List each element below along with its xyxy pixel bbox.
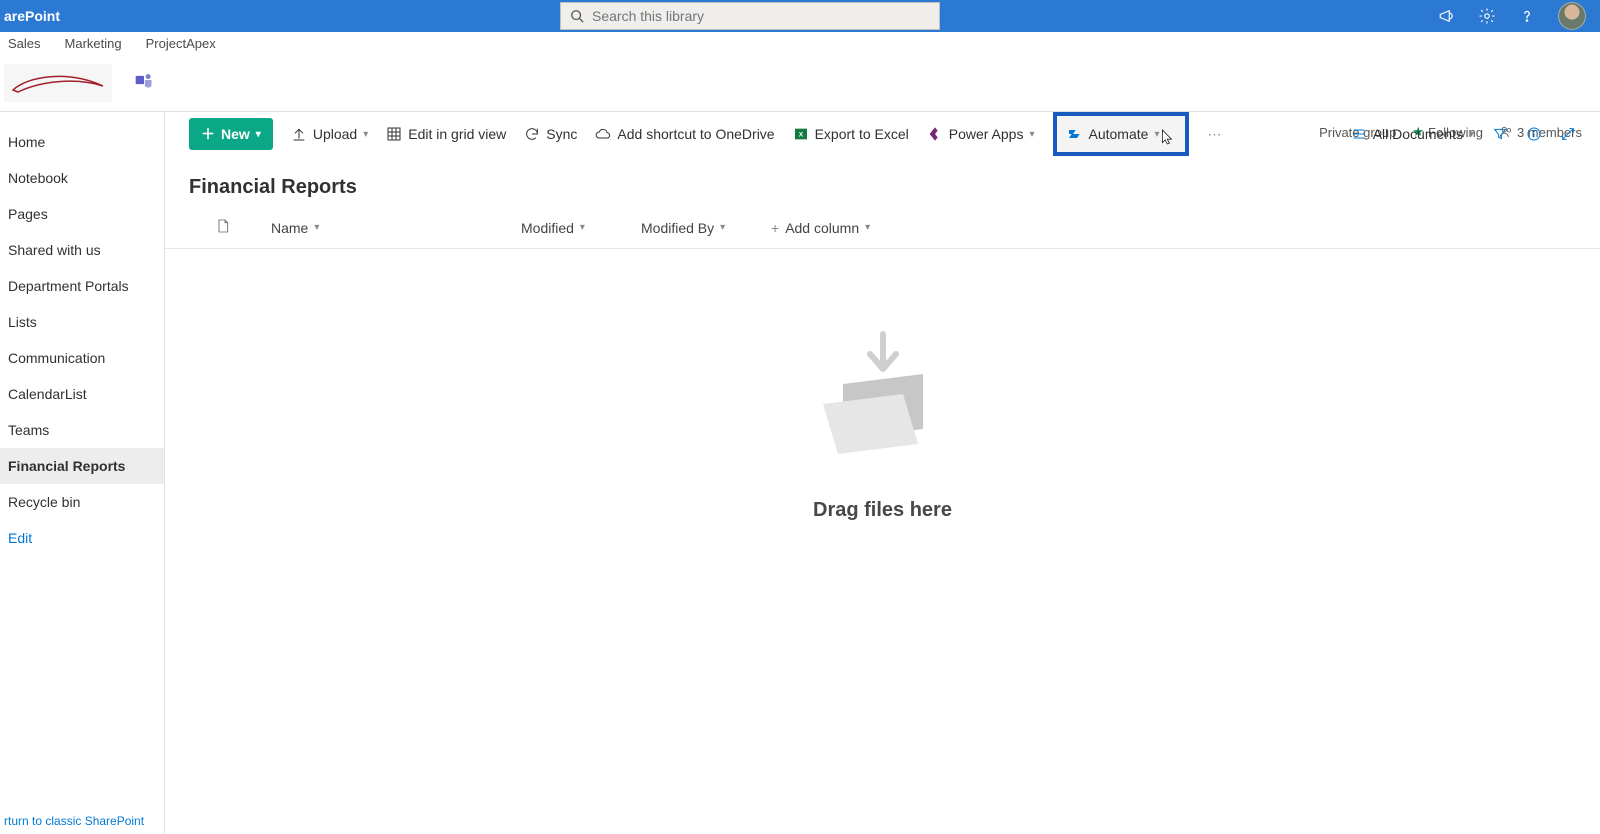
view-selector[interactable]: All Documents ▾ — [1351, 126, 1474, 142]
ellipsis-icon: ⋯ — [1207, 126, 1221, 143]
powerapps-icon — [927, 126, 943, 142]
suite-right — [1438, 2, 1600, 30]
chevron-down-icon: ▾ — [865, 222, 870, 233]
new-button[interactable]: ＋ New ▾ — [189, 118, 273, 150]
gridview-label: Edit in grid view — [408, 126, 506, 142]
col-name-label: Name — [271, 220, 308, 236]
col-modified[interactable]: Modified ▾ — [521, 220, 641, 236]
empty-message: Drag files here — [813, 499, 952, 522]
expand-button[interactable] — [1560, 126, 1576, 142]
col-modified-label: Modified — [521, 220, 574, 236]
user-avatar[interactable] — [1558, 2, 1586, 30]
info-icon — [1526, 126, 1542, 142]
filter-button[interactable] — [1492, 126, 1508, 142]
sync-label: Sync — [546, 126, 577, 142]
more-button[interactable]: ⋯ — [1207, 126, 1221, 143]
automate-button[interactable]: Automate ▾ — [1053, 112, 1190, 156]
sync-icon — [524, 126, 540, 142]
hub-link-marketing[interactable]: Marketing — [65, 36, 122, 54]
shortcut-button[interactable]: Add shortcut to OneDrive — [595, 126, 774, 142]
chevron-down-icon: ▾ — [363, 129, 368, 140]
app-name[interactable]: arePoint — [0, 8, 60, 24]
column-headers: Name ▾ Modified ▾ Modified By ▾ + Add co… — [165, 207, 1600, 249]
automate-icon — [1067, 126, 1083, 142]
alldocs-label: All Documents — [1373, 126, 1463, 142]
list-icon — [1351, 126, 1367, 142]
megaphone-icon[interactable] — [1438, 7, 1456, 25]
classic-link[interactable]: rturn to classic SharePoint — [4, 814, 144, 828]
plus-icon: ＋ — [201, 124, 215, 144]
sync-button[interactable]: Sync — [524, 126, 577, 142]
sidenav-item-teams[interactable]: Teams — [0, 412, 164, 448]
chevron-down-icon: ▾ — [1029, 129, 1034, 140]
automate-label: Automate — [1089, 126, 1149, 142]
search-input[interactable] — [592, 8, 931, 24]
sidenav-item-calendar[interactable]: CalendarList — [0, 376, 164, 412]
sidenav-item-comm[interactable]: Communication — [0, 340, 164, 376]
sidenav-item-pages[interactable]: Pages — [0, 196, 164, 232]
col-modifiedby[interactable]: Modified By ▾ — [641, 220, 771, 236]
upload-icon — [291, 126, 307, 142]
shortcut-label: Add shortcut to OneDrive — [617, 126, 774, 142]
sidenav-item-recycle[interactable]: Recycle bin — [0, 484, 164, 520]
empty-folder-icon — [808, 329, 958, 459]
info-button[interactable] — [1526, 126, 1542, 142]
powerapps-button[interactable]: Power Apps ▾ — [927, 126, 1035, 142]
side-nav: Home Notebook Pages Shared with us Depar… — [0, 112, 165, 834]
main-panel: ＋ New ▾ Upload ▾ Edit in grid view Sync … — [165, 112, 1600, 834]
sidenav-item-financial[interactable]: Financial Reports — [0, 448, 164, 484]
chevron-down-icon: ▾ — [1469, 129, 1474, 140]
export-button[interactable]: X Export to Excel — [793, 126, 909, 142]
hub-link-sales[interactable]: Sales — [8, 36, 41, 54]
help-icon[interactable] — [1518, 7, 1536, 25]
search-icon — [569, 8, 584, 24]
new-label: New — [221, 126, 250, 142]
onedrive-icon — [595, 126, 611, 142]
gear-icon[interactable] — [1478, 7, 1496, 25]
command-bar: ＋ New ▾ Upload ▾ Edit in grid view Sync … — [165, 112, 1600, 156]
grid-icon — [386, 126, 402, 142]
empty-state[interactable]: Drag files here — [165, 329, 1600, 522]
sidenav-item-lists[interactable]: Lists — [0, 304, 164, 340]
chevron-down-icon: ▾ — [1154, 129, 1159, 140]
search-box[interactable] — [560, 2, 940, 30]
chevron-down-icon: ▾ — [580, 222, 585, 233]
col-add-label: Add column — [785, 220, 859, 236]
site-header — [0, 54, 1600, 112]
powerapps-label: Power Apps — [949, 126, 1024, 142]
chevron-down-icon: ▾ — [720, 222, 725, 233]
col-modifiedby-label: Modified By — [641, 220, 714, 236]
sidenav-item-dept[interactable]: Department Portals — [0, 268, 164, 304]
gridview-button[interactable]: Edit in grid view — [386, 126, 506, 142]
export-label: Export to Excel — [815, 126, 909, 142]
chevron-down-icon: ▾ — [314, 222, 319, 233]
filter-icon — [1492, 126, 1508, 142]
library-title: Financial Reports — [165, 156, 1600, 207]
site-logo[interactable] — [4, 64, 112, 102]
col-name[interactable]: Name ▾ — [271, 220, 521, 236]
svg-text:X: X — [798, 132, 803, 139]
cursor-icon — [1161, 128, 1175, 146]
sidenav-item-shared[interactable]: Shared with us — [0, 232, 164, 268]
expand-icon — [1560, 126, 1576, 142]
excel-icon: X — [793, 126, 809, 142]
file-type-icon — [215, 217, 231, 238]
plus-icon: + — [771, 220, 779, 236]
upload-label: Upload — [313, 126, 357, 142]
suite-bar: arePoint — [0, 0, 1600, 32]
content-area: Home Notebook Pages Shared with us Depar… — [0, 112, 1600, 834]
hub-nav: Sales Marketing ProjectApex — [0, 32, 1600, 54]
sidenav-item-home[interactable]: Home — [0, 124, 164, 160]
teams-icon[interactable] — [134, 70, 154, 95]
sidenav-edit-link[interactable]: Edit — [0, 520, 164, 556]
sidenav-item-notebook[interactable]: Notebook — [0, 160, 164, 196]
col-add[interactable]: + Add column ▾ — [771, 220, 870, 236]
chevron-down-icon: ▾ — [256, 129, 261, 140]
hub-link-projectapex[interactable]: ProjectApex — [146, 36, 216, 54]
command-bar-right: All Documents ▾ — [1351, 126, 1576, 142]
upload-button[interactable]: Upload ▾ — [291, 126, 368, 142]
